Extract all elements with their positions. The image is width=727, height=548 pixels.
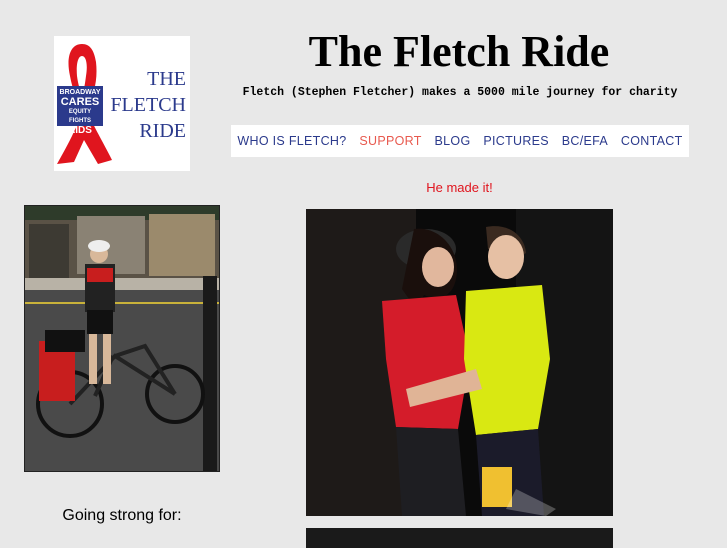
badge-line: EQUITY xyxy=(68,109,92,115)
logo-text: THE FLETCH RIDE xyxy=(102,66,186,144)
main-nav: WHO IS FLETCH? SUPPORT BLOG PICTURES BC/… xyxy=(231,125,689,157)
headline: He made it! xyxy=(426,180,493,195)
site-tagline: Fletch (Stephen Fletcher) makes a 5000 m… xyxy=(242,86,678,99)
logo-line: THE xyxy=(147,68,186,90)
nav-item-support[interactable]: SUPPORT xyxy=(359,134,421,148)
page-title: The Fletch Ride xyxy=(308,27,610,76)
nav-item-blog[interactable]: BLOG xyxy=(435,134,471,148)
badge-line: AIDS xyxy=(68,125,92,136)
badge-line: CARES xyxy=(60,96,100,108)
nav-item-pictures[interactable]: PICTURES xyxy=(483,134,549,148)
site-logo[interactable]: BROADWAY CARES EQUITY FIGHTS AIDS THE FL… xyxy=(54,36,190,171)
rider-photo xyxy=(24,205,220,472)
logo-line: FLETCH xyxy=(110,94,186,116)
celebration-photo xyxy=(306,209,613,516)
nav-item-bcefa[interactable]: BC/EFA xyxy=(562,134,608,148)
logo-line: RIDE xyxy=(139,120,186,142)
nav-item-who-is-fletch[interactable]: WHO IS FLETCH? xyxy=(237,134,346,148)
sidebar-caption: Going strong for: xyxy=(62,507,182,524)
bcefa-badge: BROADWAY CARES EQUITY FIGHTS AIDS xyxy=(57,86,103,136)
nav-item-contact[interactable]: CONTACT xyxy=(621,134,683,148)
photo-preview-strip xyxy=(306,528,613,548)
